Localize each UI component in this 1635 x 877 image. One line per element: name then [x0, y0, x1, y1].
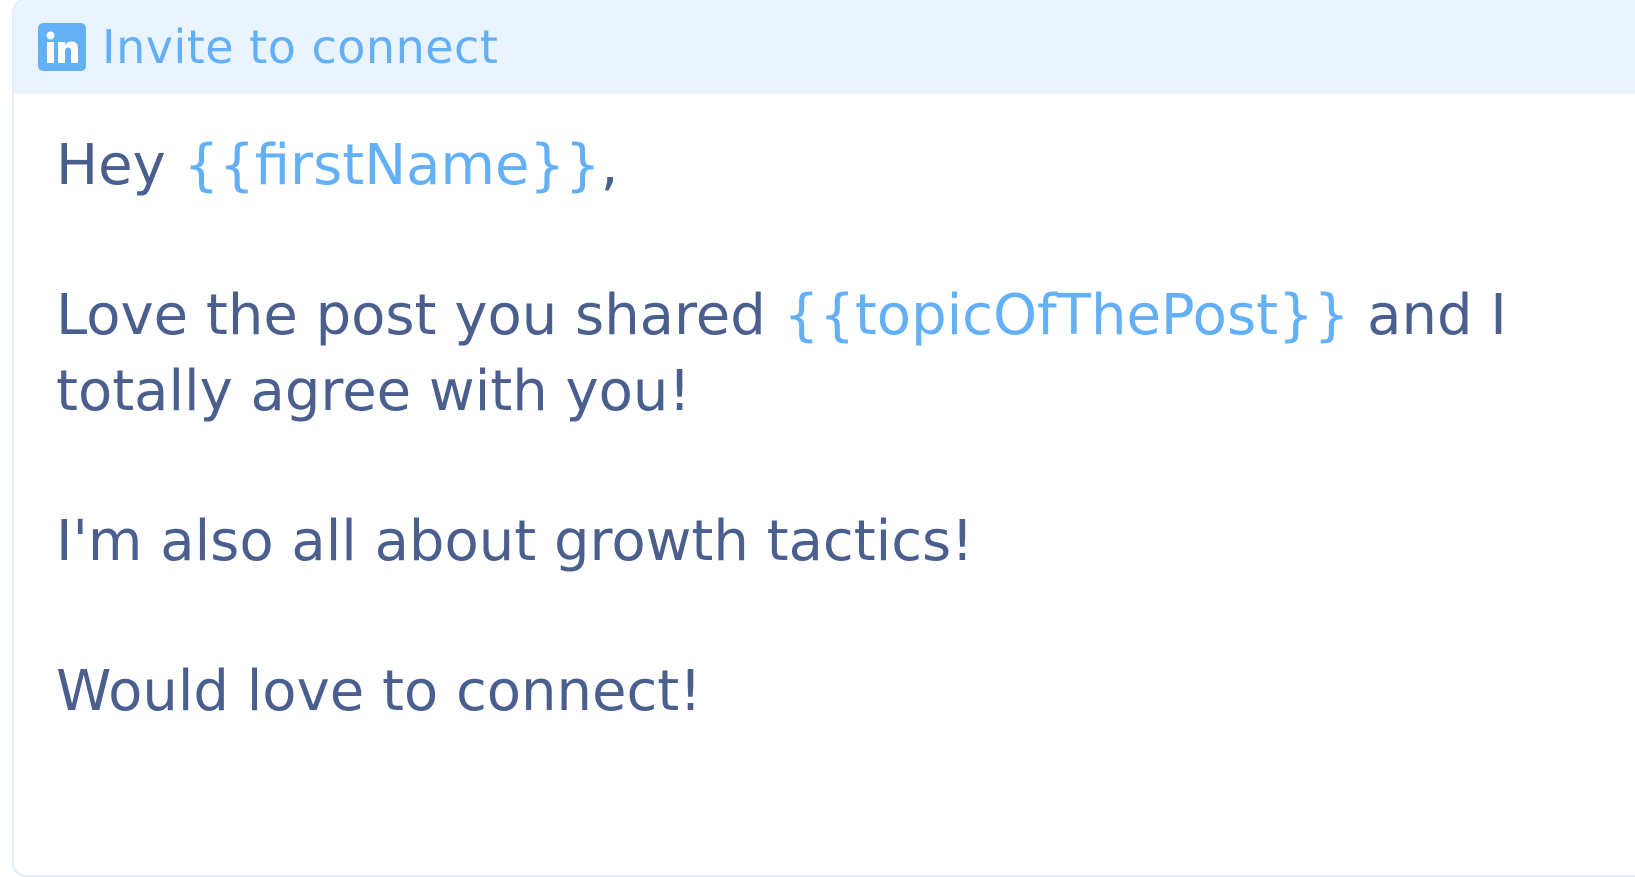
post-line: Love the post you shared {{topicOfThePos…: [56, 278, 1536, 430]
message-card: Invite to connect Hey {{firstName}}, Lov…: [12, 0, 1635, 877]
post-line-text: Love the post you shared: [56, 283, 784, 348]
message-body[interactable]: Hey {{firstName}}, Love the post you sha…: [14, 94, 1635, 730]
first-name-variable: {{firstName}}: [183, 133, 601, 198]
greeting-punctuation: ,: [600, 133, 619, 198]
card-title: Invite to connect: [102, 20, 499, 74]
greeting-text: Hey: [56, 133, 184, 198]
greeting-line: Hey {{firstName}},: [56, 128, 1536, 204]
topic-variable: {{topicOfThePost}}: [783, 283, 1350, 348]
linkedin-icon: [38, 23, 86, 71]
growth-line: I'm also all about growth tactics!: [56, 509, 974, 574]
connect-line: Would love to connect!: [56, 659, 702, 724]
card-header: Invite to connect: [14, 0, 1635, 94]
